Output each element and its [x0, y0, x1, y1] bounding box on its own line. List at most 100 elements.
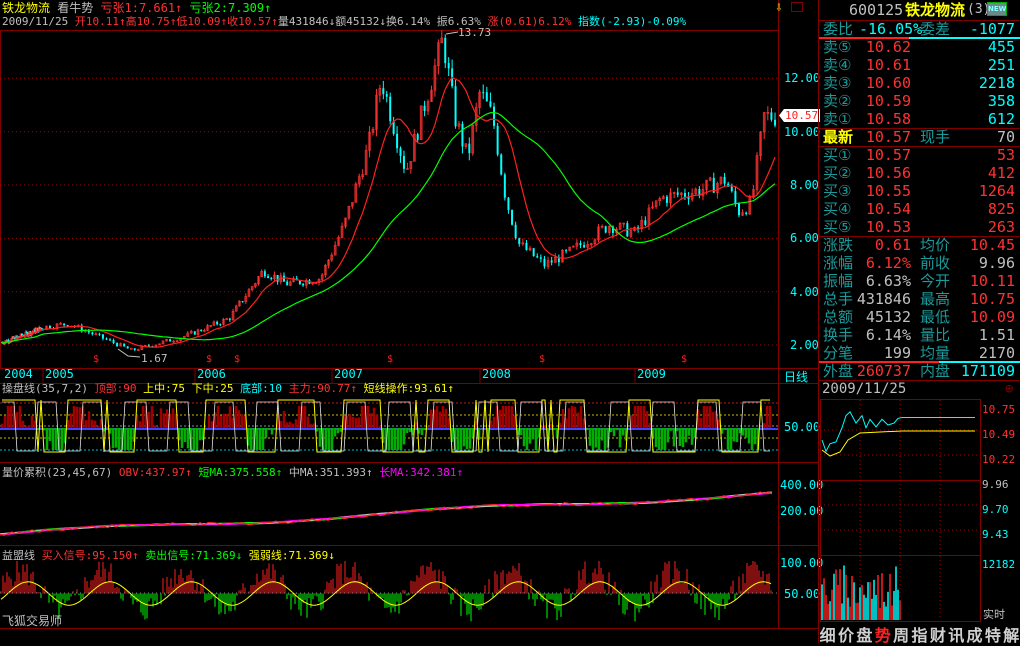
- candle-body: [129, 348, 133, 350]
- tab-10[interactable]: 解: [1002, 622, 1020, 645]
- candle-body: [539, 257, 542, 259]
- level-price: 10.57: [865, 146, 911, 164]
- tab-5[interactable]: 指: [910, 622, 928, 645]
- year-label: 2006: [197, 367, 226, 381]
- crosshair-icon[interactable]: ⊕: [1005, 380, 1013, 398]
- tab-2[interactable]: 盘: [855, 622, 873, 645]
- candle-body: [105, 338, 108, 340]
- candle-body: [416, 134, 419, 140]
- stat-row: 振幅 6.63% 今开 10.11: [823, 272, 1015, 290]
- bid-row[interactable]: 买③ 10.55 1264: [819, 182, 1020, 200]
- level-label: 卖④: [823, 56, 852, 74]
- candle-body: [489, 101, 492, 107]
- download-icon[interactable]: ⇩: [775, 0, 783, 15]
- intraday-price-tick: 10.49: [982, 428, 1016, 441]
- obv-line: [0, 491, 773, 536]
- candle-body: [730, 186, 733, 192]
- period-label[interactable]: 日线: [784, 368, 808, 385]
- level-volume: 412: [987, 164, 1015, 182]
- candle-body: [219, 324, 222, 326]
- dividend-marker: $: [206, 354, 212, 365]
- obv-axis-400: 400.00: [780, 478, 824, 492]
- ask-row[interactable]: 卖⑤ 10.62 455: [819, 38, 1020, 56]
- level-label: 卖①: [823, 110, 852, 128]
- intraday-price-tick: 10.22: [982, 453, 1016, 466]
- stat-row: 分笔 199 均量 2170: [823, 344, 1015, 362]
- ask-row[interactable]: 卖① 10.58 612: [819, 110, 1020, 128]
- stat-value: 45132: [865, 308, 911, 326]
- candle-body: [112, 340, 115, 343]
- tab-8[interactable]: 成: [965, 622, 983, 645]
- layout-icon[interactable]: [791, 2, 803, 12]
- up-arrow: ↑: [264, 1, 272, 15]
- tab-3[interactable]: 势: [873, 622, 891, 645]
- low: 低10.09: [176, 15, 221, 28]
- bid-row[interactable]: 买① 10.57 53: [819, 146, 1020, 164]
- candle-body: [63, 323, 66, 326]
- candle-body: [385, 94, 388, 97]
- price-tick: 6.00: [790, 231, 819, 246]
- quote-title: 600125 铁龙物流 (3) NEW: [819, 1, 1020, 19]
- stat-row: 换手 6.14% 量比 1.51: [823, 326, 1015, 344]
- year-label: 2004: [4, 367, 33, 381]
- tab-1[interactable]: 价: [836, 622, 854, 645]
- candle-body: [116, 342, 119, 347]
- ask-row[interactable]: 卖③ 10.60 2218: [819, 74, 1020, 92]
- candle-body: [676, 192, 679, 195]
- tab-0[interactable]: 细: [818, 622, 836, 645]
- tab-4[interactable]: 周: [891, 622, 909, 645]
- title-line: 铁龙物流 看牛势 亏张1:7.661↑ 亏张2:7.309↑: [2, 1, 271, 15]
- level-price: 10.61: [865, 56, 911, 74]
- candle-body: [389, 96, 392, 122]
- intraday-price-tick: 9.43: [982, 528, 1009, 541]
- candle-body: [518, 238, 521, 244]
- intraday-mode: 实时: [983, 608, 1005, 621]
- level-volume: 1264: [978, 182, 1015, 200]
- low-marker: 1.67: [141, 352, 168, 365]
- intraday-price-tick: 9.70: [982, 503, 1009, 516]
- ask-row[interactable]: 卖④ 10.61 251: [819, 56, 1020, 74]
- candle-body: [507, 197, 510, 210]
- candle-body: [454, 86, 457, 127]
- obv-mid-ma: [0, 491, 773, 535]
- stat-value: 6.12%: [865, 254, 911, 272]
- candle-body: [468, 143, 471, 154]
- candle-body: [241, 301, 244, 303]
- candle-body: [87, 330, 90, 333]
- level-volume: 825: [987, 200, 1015, 218]
- stat-row: 总手 431846 最高 10.75: [823, 290, 1015, 308]
- year-label: 2008: [482, 367, 511, 381]
- candle-body: [550, 260, 553, 263]
- up-arrow: ↑: [175, 1, 183, 15]
- level-label: 买⑤: [823, 218, 852, 236]
- trend-label: 看牛势: [57, 1, 94, 15]
- tab-9[interactable]: 特: [983, 622, 1001, 645]
- now-hand: 70: [996, 128, 1015, 146]
- candle-body: [485, 92, 488, 102]
- ask-row[interactable]: 卖② 10.59 358: [819, 92, 1020, 110]
- level-price: 10.58: [865, 110, 911, 128]
- candle-body: [382, 88, 385, 95]
- new-badge-icon[interactable]: NEW: [987, 2, 1007, 16]
- low-leader: [117, 348, 141, 358]
- level-price: 10.62: [865, 38, 911, 56]
- bid-row[interactable]: 买② 10.56 412: [819, 164, 1020, 182]
- bid-row[interactable]: 买④ 10.54 825: [819, 200, 1020, 218]
- stock-name: 铁龙物流: [2, 1, 51, 15]
- ma-long-line: [1, 111, 776, 344]
- stock-name: 铁龙物流: [905, 1, 966, 19]
- level-price: 10.56: [865, 164, 911, 182]
- dividend-marker: $: [681, 354, 687, 365]
- bid-row[interactable]: 买⑤ 10.53 263: [819, 218, 1020, 236]
- candle-body: [536, 256, 539, 258]
- candle-body: [286, 281, 289, 286]
- tab-7[interactable]: 讯: [947, 622, 965, 645]
- price-tick: 8.00: [790, 177, 819, 192]
- tab-6[interactable]: 财: [928, 622, 946, 645]
- candle-body: [774, 119, 777, 126]
- year-label: 2005: [45, 367, 74, 381]
- stat-value: 431846: [856, 290, 911, 308]
- last-row: 最新 10.57 现手 70: [823, 128, 1015, 146]
- amount: 额45132: [335, 15, 380, 28]
- kz1: 亏张1:7.661: [100, 1, 176, 15]
